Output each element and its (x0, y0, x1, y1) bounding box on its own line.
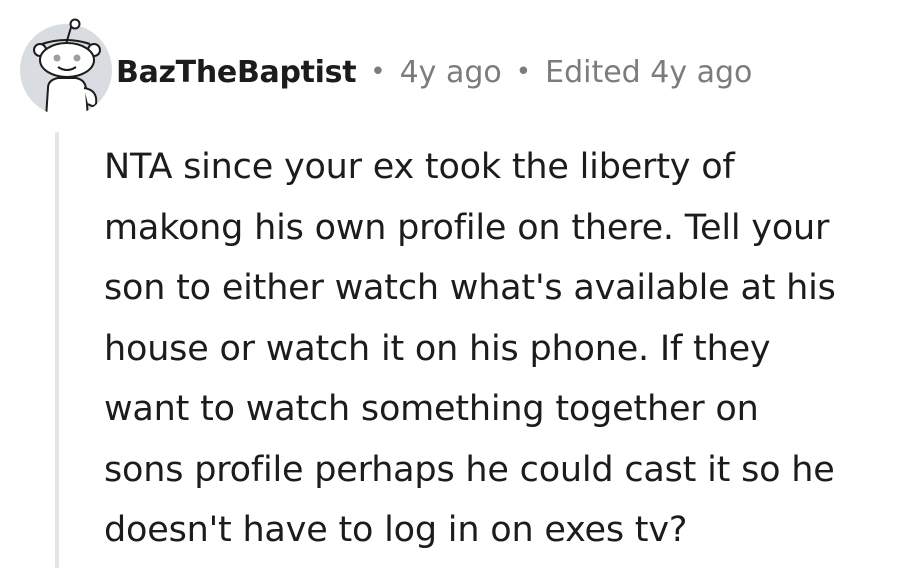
comment-line: house or watch it on his phone. If they (104, 328, 771, 369)
comment-line: sons profile perhaps he could cast it so… (104, 449, 835, 490)
meta-separator: • (370, 57, 386, 87)
comment-meta: BazTheBaptist • 4y ago • Edited 4y ago (116, 50, 752, 94)
snoo-avatar-icon (20, 18, 112, 116)
comment: BazTheBaptist • 4y ago • Edited 4y ago N… (0, 0, 920, 568)
comment-line: want to watch something together on (104, 389, 759, 429)
edited-timestamp: Edited 4y ago (545, 54, 753, 90)
comment-line: son to either watch what's available at … (104, 268, 836, 308)
comment-line: doesn't have to log in on exes tv? (104, 510, 688, 550)
comment-body: NTA since your ex took the liberty of ma… (104, 137, 904, 561)
comment-line: makong his own profile on there. Tell yo… (104, 207, 830, 248)
meta-separator: • (515, 57, 532, 87)
comment-line: NTA since your ex took the liberty of (104, 147, 735, 187)
author-username[interactable]: BazTheBaptist (116, 55, 357, 90)
thread-collapse-line[interactable] (55, 132, 59, 568)
avatar[interactable] (18, 18, 114, 116)
comment-timestamp[interactable]: 4y ago (400, 55, 502, 90)
